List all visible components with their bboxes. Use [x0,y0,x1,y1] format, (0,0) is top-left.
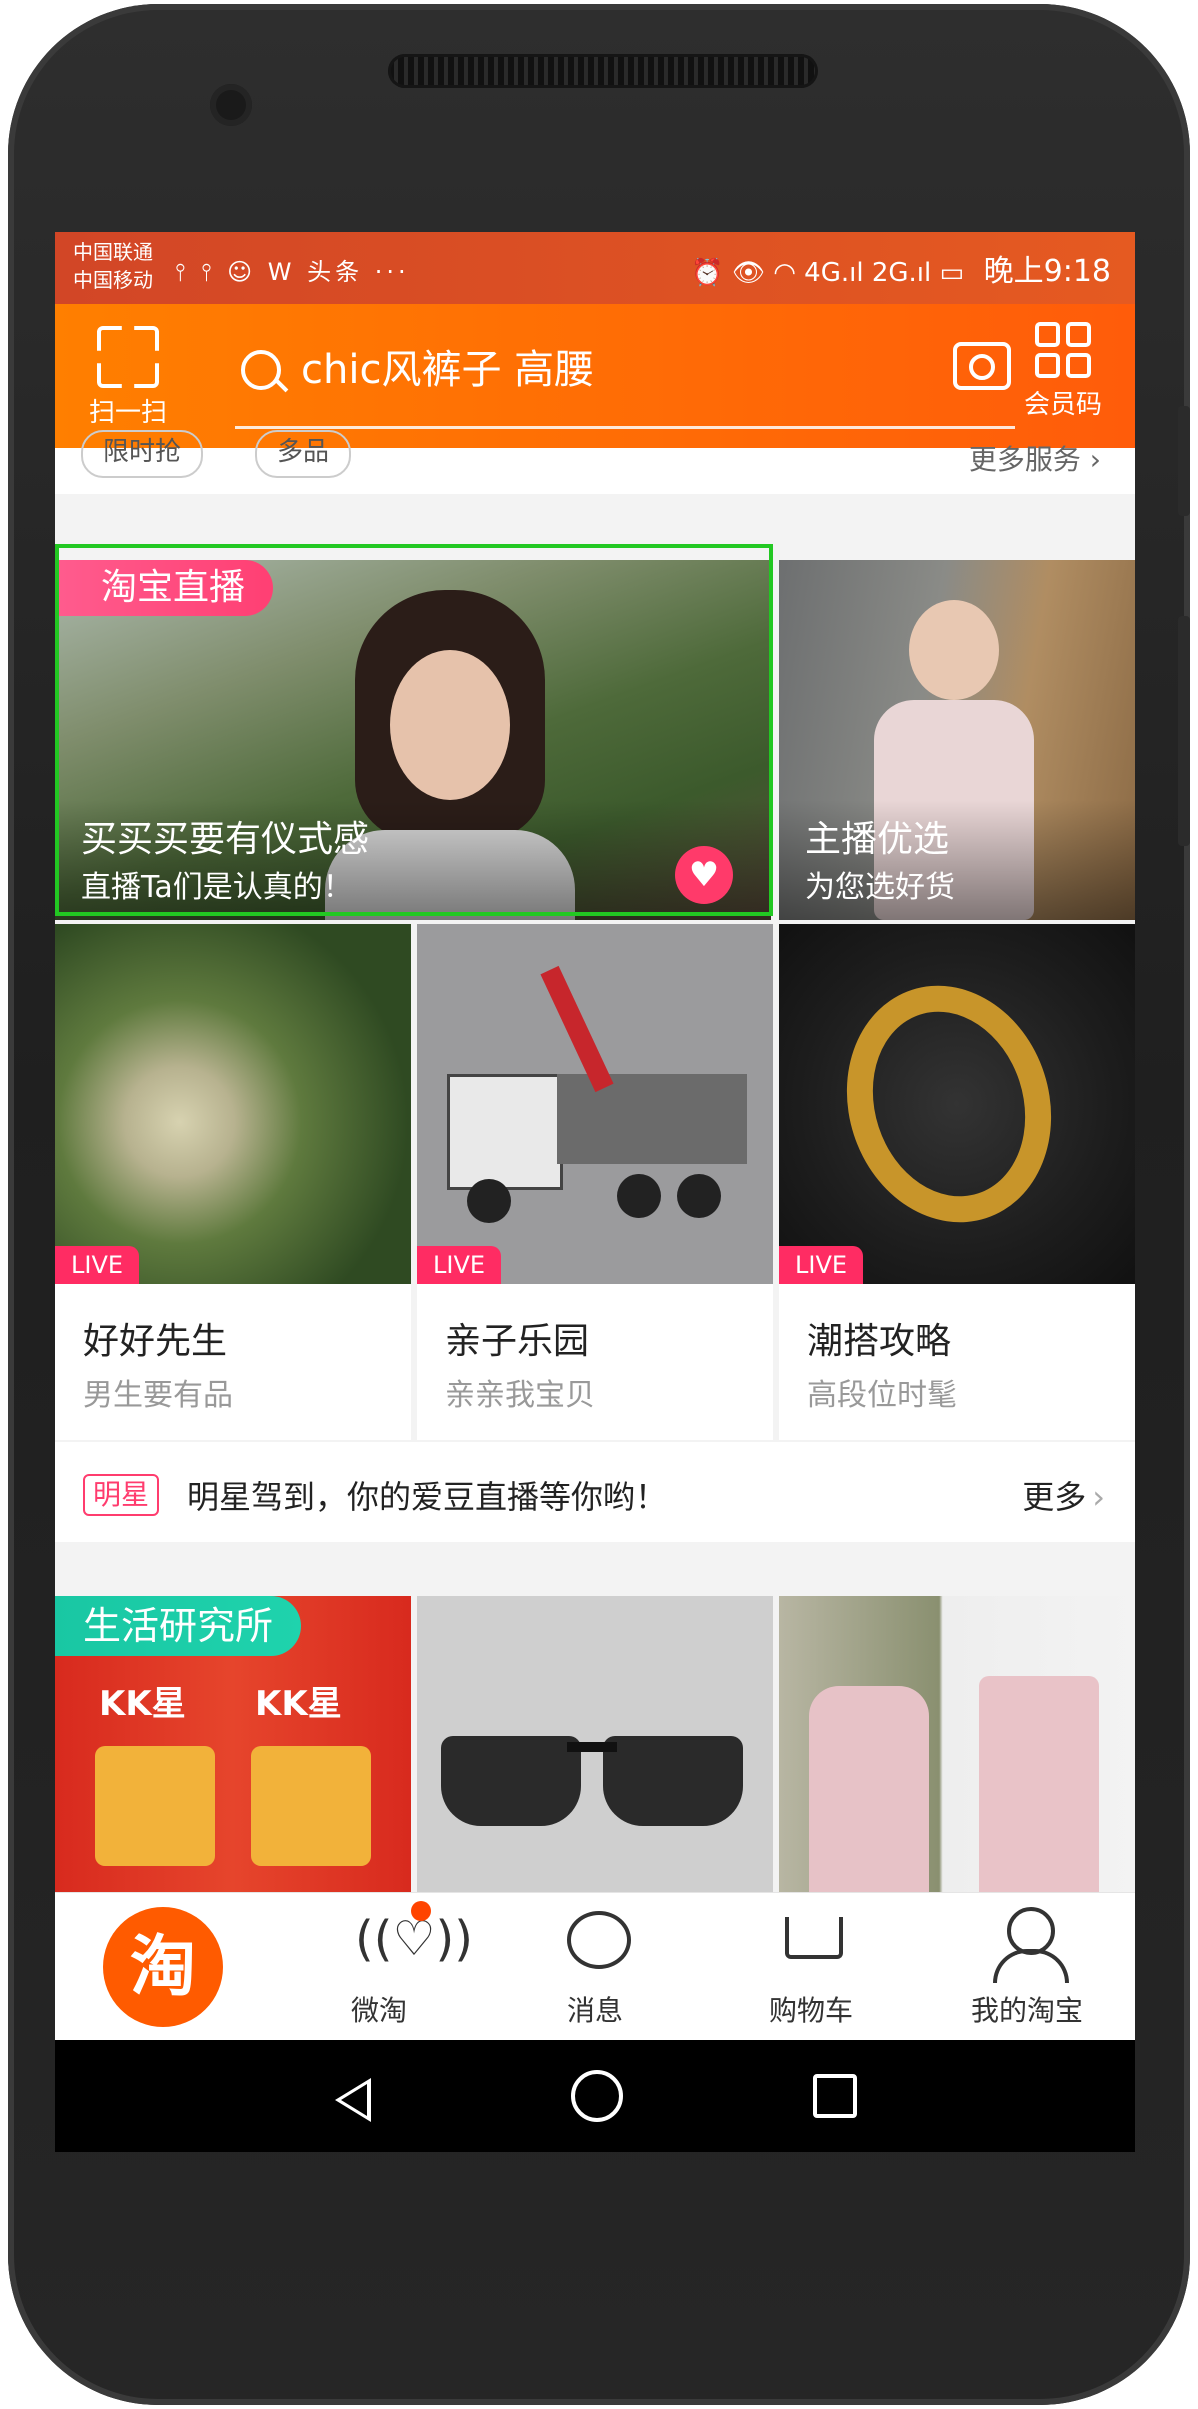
tab-weitao-label: 微淘 [350,1994,407,2027]
top-speaker [388,54,818,88]
more-services-link[interactable]: 更多服务 › [969,438,1101,478]
streamer-face [390,650,510,800]
live-tag-3: LIVE [779,1246,864,1284]
carrier-mobile: 中国移动 [73,268,153,292]
screen: 中国联通 中国移动 ⫯ ⫯ ☺ W 头条 ··· ⏰ 👁 ◠ 4G.ıl 2G.… [55,232,1135,2152]
status-right: ⏰ 👁 ◠ 4G.ıl 2G.ıl ▭ 晚上9:18 [691,246,1111,290]
scan-icon [97,326,159,388]
truck-wheel [677,1174,721,1218]
volume-button [1178,616,1190,846]
live-card-3-text[interactable]: 潮搭攻略 高段位时髦 [779,1284,1135,1440]
scan-button[interactable]: 扫一扫 [83,318,173,429]
model-overalls [809,1686,929,1892]
live-card-1-image[interactable]: LIVE [55,924,411,1284]
user-icon [1007,1907,1055,1955]
truck-bed [557,1074,747,1164]
lens-right [603,1736,743,1826]
kk-label-left: KK星 [99,1684,186,1724]
member-code-label: 会员码 [1023,390,1102,420]
truck-wheel [617,1174,661,1218]
live-section-banner: 淘宝直播 [55,560,274,616]
cart-icon [785,1917,843,1959]
anchor-picks-title: 主播优选 [805,819,950,860]
truck-wheel [467,1179,511,1223]
live-card-1-subtitle: 男生要有品 [83,1378,233,1413]
back-icon[interactable] [335,2078,371,2122]
live-card-2-text[interactable]: 亲子乐园 亲亲我宝贝 [417,1284,773,1440]
featured-live-subtitle: 直播Ta们是认真的！ [81,870,353,905]
celebrity-text: 明星驾到，你的爱豆直播等你哟！ [187,1478,668,1516]
device-frame: 中国联通 中国移动 ⫯ ⫯ ☺ W 头条 ··· ⏰ 👁 ◠ 4G.ıl 2G.… [0,0,1198,2409]
recent-apps-icon[interactable] [813,2074,857,2118]
tab-cart-label: 购物车 [768,1994,853,2027]
anchor-picks-tile[interactable]: 主播优选 为您选好货 [779,560,1135,920]
truck-cab [447,1074,563,1190]
member-code-icon [1035,322,1091,378]
app-header: 扫一扫 chic风裤子 高腰 会员码 [55,304,1135,448]
pill-flash-sale[interactable]: 限时抢 [81,430,204,478]
search-bar[interactable]: chic风裤子 高腰 [235,328,1015,429]
pill-multi[interactable]: 多品 [255,430,352,478]
search-icon [241,350,281,390]
broadcast-heart-icon: ((♡)) [355,1911,473,1967]
overalls-product [979,1676,1099,1892]
snack-strip [95,1746,215,1866]
celebrity-more-link[interactable]: 更多 › [1022,1472,1105,1518]
taobao-logo-icon: 淘 [103,1907,223,2027]
top-strip: 限时抢 多品 更多服务 › [55,430,1135,494]
notification-dot [411,1901,431,1921]
anchor-picks-subtitle: 为您选好货 [805,870,955,905]
front-camera [210,84,252,126]
snack-strip [251,1746,371,1866]
tab-home[interactable]: 淘 [55,1893,271,2041]
live-card-3-subtitle: 高段位时髦 [807,1378,957,1413]
tab-cart[interactable]: 购物车 [703,1893,919,2041]
android-nav-bar [55,2040,1135,2152]
home-icon[interactable] [571,2070,623,2122]
clock: 晚上9:18 [983,254,1111,289]
model-face [909,600,999,700]
system-status-icons: ⏰ 👁 ◠ 4G.ıl 2G.ıl ▭ [691,258,965,288]
tab-my-taobao-label: 我的淘宝 [970,1994,1083,2027]
live-card-2-subtitle: 亲亲我宝贝 [445,1378,595,1413]
member-code-button[interactable]: 会员码 [1015,316,1111,421]
carrier-info: 中国联通 中国移动 [73,238,153,294]
live-card-1-text[interactable]: 好好先生 男生要有品 [55,1284,411,1440]
live-tag-2: LIVE [417,1246,502,1284]
celebrity-live-bar[interactable]: 明星 明星驾到，你的爱豆直播等你哟！ 更多 › [55,1442,1135,1542]
more-label: 更多 [1022,1478,1087,1516]
life-tile-dress[interactable] [779,1596,1135,1892]
chat-bubble-icon [567,1911,631,1969]
life-section-banner: 生活研究所 [55,1596,302,1656]
peach-photo [55,924,411,1284]
search-query[interactable]: chic风裤子 高腰 [301,340,594,400]
live-card-3-title: 潮搭攻略 [807,1321,952,1362]
live-card-2-image[interactable]: LIVE [417,924,773,1284]
user-shoulders [993,1949,1069,1983]
carrier-unicom: 中国联通 [73,240,153,264]
power-button [1178,406,1190,516]
live-card-3-image[interactable]: LIVE [779,924,1135,1284]
tab-messages[interactable]: 消息 [487,1893,703,2041]
live-card-1-title: 好好先生 [83,1321,228,1362]
live-card-2-title: 亲子乐园 [445,1321,590,1362]
bridge [567,1742,617,1752]
bottom-tab-bar: 淘 ((♡)) 微淘 消息 购物车 我的淘宝 [55,1892,1135,2041]
tab-weitao[interactable]: ((♡)) 微淘 [271,1893,487,2041]
main-content: 限时抢 多品 更多服务 › 淘宝直播 买买买要有仪式感 直播Ta们是认真的！ ♥ [55,430,1135,1892]
camera-search-icon[interactable] [953,342,1011,390]
kk-label-right: KK星 [255,1684,342,1724]
notification-icons: ⫯ ⫯ ☺ W 头条 ··· [175,258,410,286]
chevron-right-icon: › [1092,1478,1105,1516]
scan-label: 扫一扫 [88,398,167,428]
status-bar: 中国联通 中国移动 ⫯ ⫯ ☺ W 头条 ··· ⏰ 👁 ◠ 4G.ıl 2G.… [55,232,1135,304]
celebrity-tag: 明星 [83,1474,160,1516]
tab-messages-label: 消息 [566,1994,623,2027]
tab-my-taobao[interactable]: 我的淘宝 [919,1893,1135,2041]
heart-icon[interactable]: ♥ [675,846,733,904]
featured-live-title: 买买买要有仪式感 [81,819,370,860]
lens-left [441,1736,581,1826]
life-tile-sunglasses[interactable] [417,1596,773,1892]
live-tag-1: LIVE [55,1246,140,1284]
